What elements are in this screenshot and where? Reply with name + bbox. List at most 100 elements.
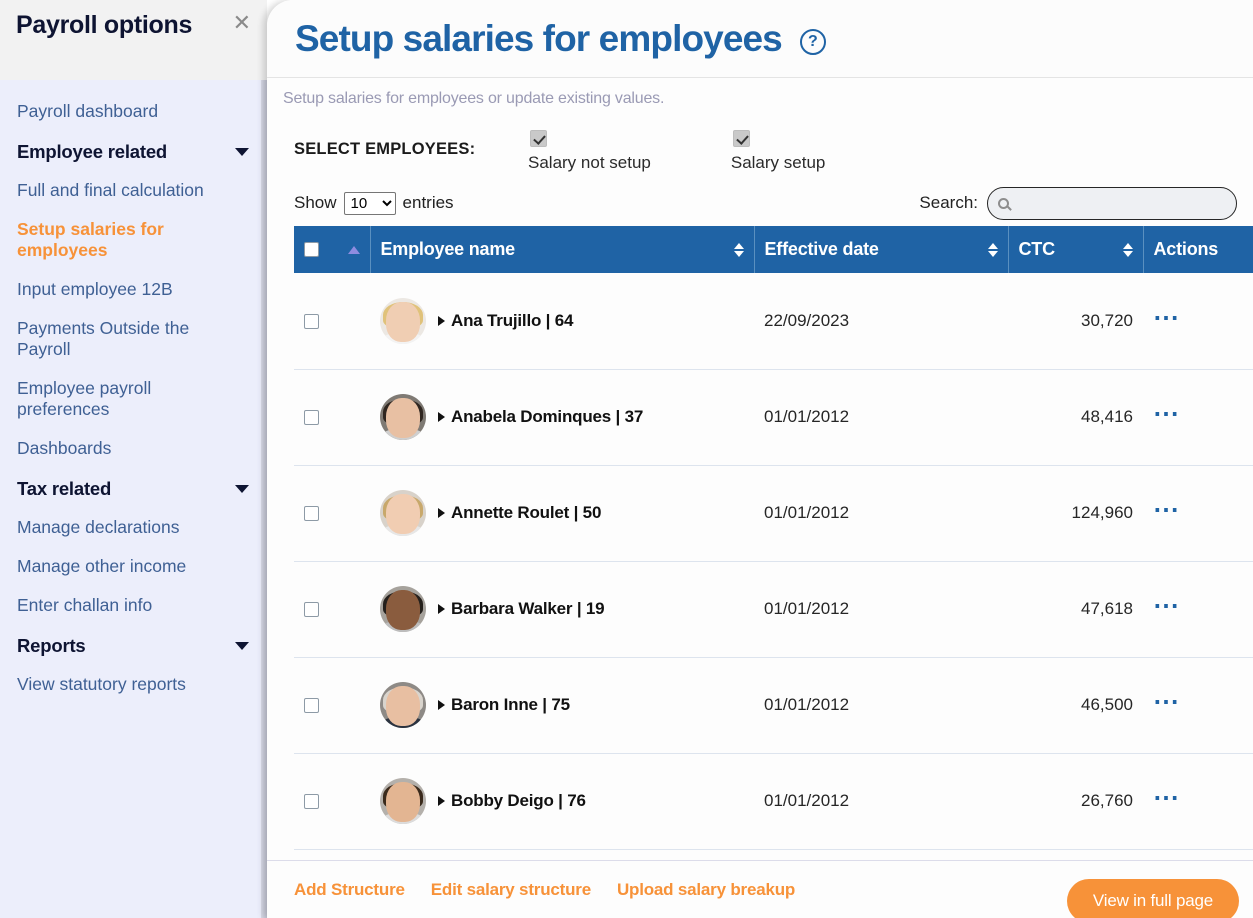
avatar (380, 297, 426, 344)
expand-row-icon[interactable] (438, 796, 445, 806)
page-title: Setup salaries for employees (295, 17, 783, 59)
sidebar-group-tax-related[interactable]: Tax related (0, 468, 267, 508)
row-select-cell (294, 369, 370, 466)
sidebar-item-payroll-dashboard[interactable]: Payroll dashboard (0, 92, 267, 131)
employee-name-cell: Baron Inne | 75 (370, 657, 754, 754)
effective-date-cell: 01/01/2012 (754, 753, 1008, 850)
sidebar-group-label: Tax related (17, 478, 112, 499)
sidebar-item-setup-salaries-for-employees[interactable]: Setup salaries for employees (0, 210, 267, 270)
employee-name: Bobby Deigo | 76 (451, 791, 586, 810)
table-row: Ana Trujillo | 64 22/09/2023 30,720 ⋯ (294, 273, 1253, 370)
column-header-actions[interactable]: Actions (1143, 226, 1253, 273)
ellipsis-icon[interactable]: ⋯ (1153, 496, 1180, 522)
upload-salary-breakup-link[interactable]: Upload salary breakup (617, 880, 795, 900)
column-header-employee-name[interactable]: Employee name (370, 226, 755, 273)
checkbox-salary-not-setup[interactable] (530, 130, 547, 147)
ellipsis-icon[interactable]: ⋯ (1153, 784, 1180, 810)
table-head: Employee name Effective date CTC Actions (294, 226, 1253, 273)
table-row: Annette Roulet | 50 01/01/2012 124,960 ⋯ (294, 465, 1253, 562)
row-actions-cell: ⋯ (1143, 465, 1253, 562)
expand-row-icon[interactable] (438, 604, 445, 614)
sidebar-item-dashboards[interactable]: Dashboards (0, 429, 267, 468)
add-structure-link[interactable]: Add Structure (294, 880, 405, 900)
sidebar-group-label: Employee related (17, 141, 168, 162)
ctc-cell: 124,960 (1008, 465, 1143, 562)
column-header-ctc[interactable]: CTC (1008, 226, 1144, 273)
employee-name: Annette Roulet | 50 (451, 503, 602, 522)
avatar (380, 778, 426, 824)
sort-ascending-icon (347, 245, 360, 254)
page-size-select[interactable]: 102550100 (343, 191, 396, 215)
sidebar-item-input-employee-12b[interactable]: Input employee 12B (0, 270, 267, 309)
column-label: Employee name (380, 239, 516, 259)
column-label: Actions (1153, 239, 1219, 259)
filter-salary-not-setup[interactable]: Salary not setup (528, 130, 651, 173)
expand-row-icon[interactable] (438, 700, 445, 710)
search-field[interactable] (987, 186, 1237, 220)
ellipsis-icon[interactable]: ⋯ (1153, 592, 1180, 618)
expand-row-icon[interactable] (438, 508, 445, 518)
column-label: Effective date (764, 239, 879, 259)
ctc-cell: 26,760 (1008, 753, 1143, 850)
table-body: Ana Trujillo | 64 22/09/2023 30,720 ⋯ Anabel… (294, 273, 1253, 850)
row-actions-cell: ⋯ (1143, 561, 1253, 658)
show-prefix-label: Show (294, 193, 337, 212)
sidebar-group-reports[interactable]: Reports (0, 625, 267, 665)
row-checkbox[interactable] (304, 506, 319, 522)
row-checkbox[interactable] (304, 602, 319, 618)
select-all-checkbox[interactable] (304, 242, 319, 257)
sidebar-title: Payroll options (16, 11, 193, 39)
search-input[interactable] (1015, 193, 1226, 213)
sidebar-item-manage-other-income[interactable]: Manage other income (0, 547, 267, 586)
employee-name-cell: Ana Trujillo | 64 (370, 273, 754, 370)
employee-name: Ana Trujillo | 64 (451, 310, 574, 330)
sidebar-item-full-and-final-calculation[interactable]: Full and final calculation (0, 171, 267, 210)
avatar (380, 490, 426, 536)
expand-row-icon[interactable] (438, 315, 445, 326)
ctc-cell: 48,416 (1008, 369, 1143, 466)
sort-icon (733, 242, 744, 257)
sidebar-item-view-statutory-reports[interactable]: View statutory reports (0, 665, 267, 704)
avatar (380, 682, 426, 728)
column-header-select[interactable] (294, 226, 371, 273)
column-label: CTC (1018, 239, 1056, 259)
employee-name-cell: Barbara Walker | 19 (370, 561, 754, 658)
effective-date-cell: 22/09/2023 (754, 273, 1008, 370)
search-icon (998, 197, 1009, 209)
edit-salary-structure-link[interactable]: Edit salary structure (431, 880, 591, 900)
question-mark-icon[interactable]: ? (799, 28, 826, 55)
setup-salaries-panel: Setup salaries for employees ? Setup sal… (267, 0, 1253, 918)
effective-date-cell: 01/01/2012 (754, 657, 1008, 754)
view-in-full-page-button[interactable]: View in full page (1066, 879, 1239, 918)
payroll-options-sidebar: Payroll options ✕ Payroll dashboard Empl… (0, 0, 267, 918)
row-actions-cell: ⋯ (1143, 753, 1253, 850)
ellipsis-icon[interactable]: ⋯ (1153, 304, 1180, 330)
app-root: Payroll options ✕ Payroll dashboard Empl… (0, 0, 1253, 918)
row-checkbox[interactable] (304, 313, 319, 329)
search-label: Search: (919, 193, 978, 212)
employee-name: Anabela Dominques | 37 (451, 407, 644, 426)
row-checkbox[interactable] (304, 794, 319, 810)
sidebar-item-enter-challan-info[interactable]: Enter challan info (0, 586, 267, 625)
panel-footer: Add Structure Edit salary structure Uplo… (267, 860, 1253, 918)
row-checkbox[interactable] (304, 698, 319, 714)
sidebar-item-employee-payroll-preferences[interactable]: Employee payroll preferences (0, 369, 267, 429)
select-employees-label: SELECT EMPLOYEES: (294, 140, 476, 158)
employee-table: Employee name Effective date CTC Actions… (294, 226, 1253, 850)
ellipsis-icon[interactable]: ⋯ (1153, 400, 1180, 426)
sidebar-group-employee-related[interactable]: Employee related (0, 131, 267, 171)
filter-salary-setup[interactable]: Salary setup (731, 130, 825, 173)
sidebar-item-payments-outside-the-payroll[interactable]: Payments Outside the Payroll (0, 309, 267, 369)
avatar (380, 394, 426, 440)
table-row: Anabela Dominques | 37 01/01/2012 48,416 ⋯ (294, 369, 1253, 466)
close-icon[interactable]: ✕ (233, 12, 251, 34)
column-header-effective-date[interactable]: Effective date (754, 226, 1009, 273)
expand-row-icon[interactable] (438, 412, 445, 422)
sidebar-group-label: Reports (17, 635, 86, 656)
sidebar-item-manage-declarations[interactable]: Manage declarations (0, 508, 267, 547)
show-entries-control: Show 102550100 entries (294, 191, 454, 215)
checkbox-salary-setup[interactable] (732, 130, 750, 147)
ellipsis-icon[interactable]: ⋯ (1153, 688, 1180, 714)
row-checkbox[interactable] (304, 410, 319, 426)
table-row: Barbara Walker | 19 01/01/2012 47,618 ⋯ (294, 561, 1253, 658)
